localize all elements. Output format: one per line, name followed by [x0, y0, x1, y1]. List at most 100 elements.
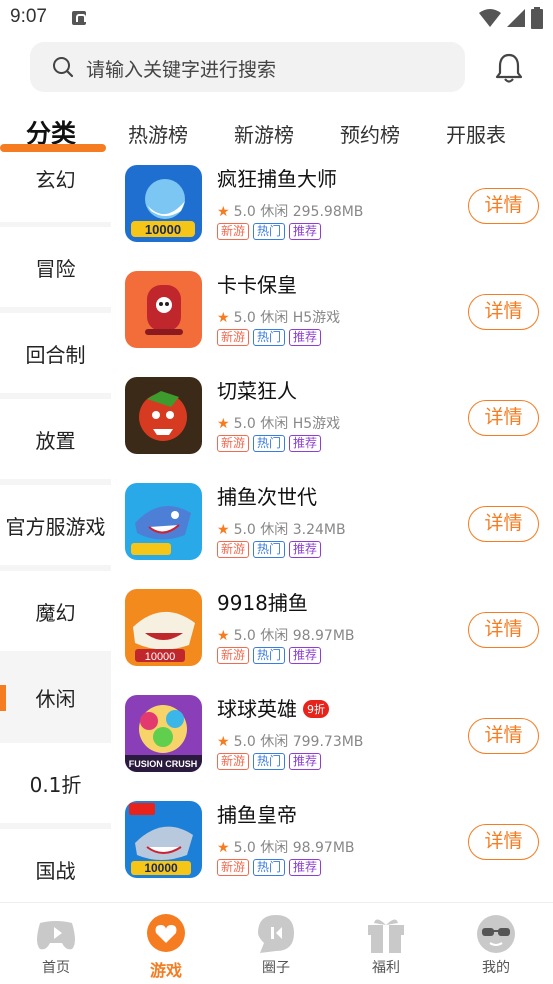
- game-tags: 新游 热门 推荐: [217, 859, 322, 876]
- detail-button[interactable]: 详情: [468, 506, 539, 542]
- game-meta: ★ 5.0 休闲 98.97MB: [217, 840, 355, 856]
- detail-button[interactable]: 详情: [468, 824, 539, 860]
- tag-recommend: 推荐: [289, 859, 322, 876]
- tag-hot: 热门: [253, 435, 286, 452]
- tab-new-games[interactable]: 新游榜: [234, 119, 294, 148]
- status-time: 9:07: [10, 6, 47, 27]
- svg-text:FUSION CRUSH: FUSION CRUSH: [129, 759, 198, 769]
- tag-hot: 热门: [253, 223, 286, 240]
- game-icon: 10000: [125, 165, 202, 242]
- tab-server-schedule[interactable]: 开服表: [446, 119, 506, 148]
- tag-recommend: 推荐: [289, 435, 322, 452]
- game-tags: 新游 热门 推荐: [217, 753, 322, 770]
- game-meta: ★ 5.0 休闲 295.98MB: [217, 204, 364, 220]
- nav-label: 福利: [372, 960, 400, 976]
- notification-app-icon: [72, 11, 86, 25]
- star-icon: ★: [217, 840, 230, 856]
- category-item-casual[interactable]: 休闲: [0, 657, 111, 737]
- game-meta: ★ 5.0 休闲 H5游戏: [217, 416, 341, 432]
- game-title: 9918捕鱼: [217, 591, 308, 615]
- category-label: 冒险: [35, 256, 76, 281]
- list-item[interactable]: 捕鱼次世代 ★ 5.0 休闲 3.24MB 新游 热门 推荐 详情: [124, 483, 544, 567]
- game-icon: [125, 271, 202, 348]
- game-title: 疯狂捕鱼大师: [217, 167, 337, 191]
- category-item-nation-war[interactable]: 国战: [0, 829, 111, 902]
- category-label: 回合制: [25, 342, 86, 367]
- active-category-indicator: [0, 685, 6, 711]
- game-title: 卡卡保皇: [217, 273, 297, 297]
- category-label: 0.1折: [29, 772, 82, 797]
- tag-hot: 热门: [253, 753, 286, 770]
- tab-reservation[interactable]: 预约榜: [340, 119, 400, 148]
- gamepad-icon: [37, 921, 75, 950]
- nav-label: 圈子: [262, 960, 290, 976]
- list-item[interactable]: 卡卡保皇 ★ 5.0 休闲 H5游戏 新游 热门 推荐 详情: [124, 271, 544, 355]
- tag-new: 新游: [217, 753, 250, 770]
- tag-new: 新游: [217, 647, 250, 664]
- detail-button[interactable]: 详情: [468, 718, 539, 754]
- game-title: 捕鱼皇帝: [217, 803, 297, 827]
- nav-label: 首页: [42, 960, 70, 976]
- game-title: 捕鱼次世代: [217, 485, 317, 509]
- category-item-idle[interactable]: 放置: [0, 399, 111, 479]
- list-item[interactable]: 切菜狂人 ★ 5.0 休闲 H5游戏 新游 热门 推荐 详情: [124, 377, 544, 461]
- tag-hot: 热门: [253, 859, 286, 876]
- category-label: 玄幻: [35, 168, 76, 192]
- star-icon: ★: [217, 310, 230, 326]
- search-icon: [53, 57, 74, 78]
- detail-button[interactable]: 详情: [468, 612, 539, 648]
- star-icon: ★: [217, 522, 230, 538]
- game-title: 切菜狂人: [217, 379, 297, 403]
- nav-home[interactable]: 首页: [16, 913, 96, 977]
- detail-button[interactable]: 详情: [468, 400, 539, 436]
- category-item-official-server[interactable]: 官方服游戏: [0, 485, 111, 565]
- nav-profile[interactable]: 我的: [456, 913, 536, 977]
- search-input[interactable]: 请输入关键字进行搜索: [30, 42, 465, 92]
- status-bar: 9:07: [0, 0, 553, 36]
- search-placeholder: 请输入关键字进行搜索: [86, 59, 277, 81]
- category-item-discount[interactable]: 0.1折: [0, 743, 111, 823]
- bottom-nav: 首页 游戏 圈子 福利 我的: [0, 902, 553, 984]
- nav-community[interactable]: 圈子: [236, 913, 316, 977]
- category-item-xuanhuan[interactable]: 玄幻: [0, 160, 111, 222]
- game-meta: ★ 5.0 休闲 3.24MB: [217, 522, 346, 538]
- category-item-turn-based[interactable]: 回合制: [0, 313, 111, 393]
- list-item[interactable]: 10000 9918捕鱼 ★ 5.0 休闲 98.97MB 新游 热门 推荐 详情: [124, 589, 544, 673]
- game-tags: 新游 热门 推荐: [217, 647, 322, 664]
- game-icon: 10000: [125, 801, 202, 878]
- gift-icon: [368, 919, 404, 953]
- detail-button[interactable]: 详情: [468, 188, 539, 224]
- detail-button[interactable]: 详情: [468, 294, 539, 330]
- tag-recommend: 推荐: [289, 223, 322, 240]
- category-label: 魔幻: [35, 600, 76, 625]
- category-item-adventure[interactable]: 冒险: [0, 227, 111, 307]
- status-indicators: [479, 7, 543, 29]
- tag-new: 新游: [217, 223, 250, 240]
- nav-games[interactable]: 游戏: [126, 913, 206, 981]
- battery-icon: [531, 7, 543, 29]
- signal-icon: [507, 9, 525, 27]
- game-title: 球球英雄 9折: [217, 693, 329, 722]
- tag-hot: 热门: [253, 541, 286, 558]
- star-icon: ★: [217, 734, 230, 750]
- tag-recommend: 推荐: [289, 329, 322, 346]
- bell-icon[interactable]: [494, 52, 524, 84]
- tag-new: 新游: [217, 329, 250, 346]
- tag-new: 新游: [217, 859, 250, 876]
- category-label: 官方服游戏: [5, 514, 106, 539]
- game-tags: 新游 热门 推荐: [217, 329, 322, 346]
- game-tags: 新游 热门 推荐: [217, 541, 322, 558]
- tab-hot-games[interactable]: 热游榜: [128, 119, 188, 148]
- list-item[interactable]: 10000 捕鱼皇帝 ★ 5.0 休闲 98.97MB 新游 热门 推荐 详情: [124, 801, 544, 885]
- top-tabs: 分类 热游榜 新游榜 预约榜 开服表: [0, 110, 553, 154]
- category-item-magic[interactable]: 魔幻: [0, 571, 111, 651]
- svg-text:10000: 10000: [145, 222, 181, 237]
- nav-welfare[interactable]: 福利: [346, 913, 426, 977]
- list-item[interactable]: FUSION CRUSH 球球英雄 9折 ★ 5.0 休闲 799.73MB 新游 …: [124, 695, 544, 779]
- list-item[interactable]: 10000 疯狂捕鱼大师 ★ 5.0 休闲 295.98MB 新游 热门 推荐 详…: [124, 165, 544, 249]
- discount-badge: 9折: [303, 700, 329, 718]
- game-icon: 10000: [125, 589, 202, 666]
- svg-text:10000: 10000: [144, 861, 178, 875]
- category-label: 休闲: [35, 686, 76, 711]
- game-icon: [125, 483, 202, 560]
